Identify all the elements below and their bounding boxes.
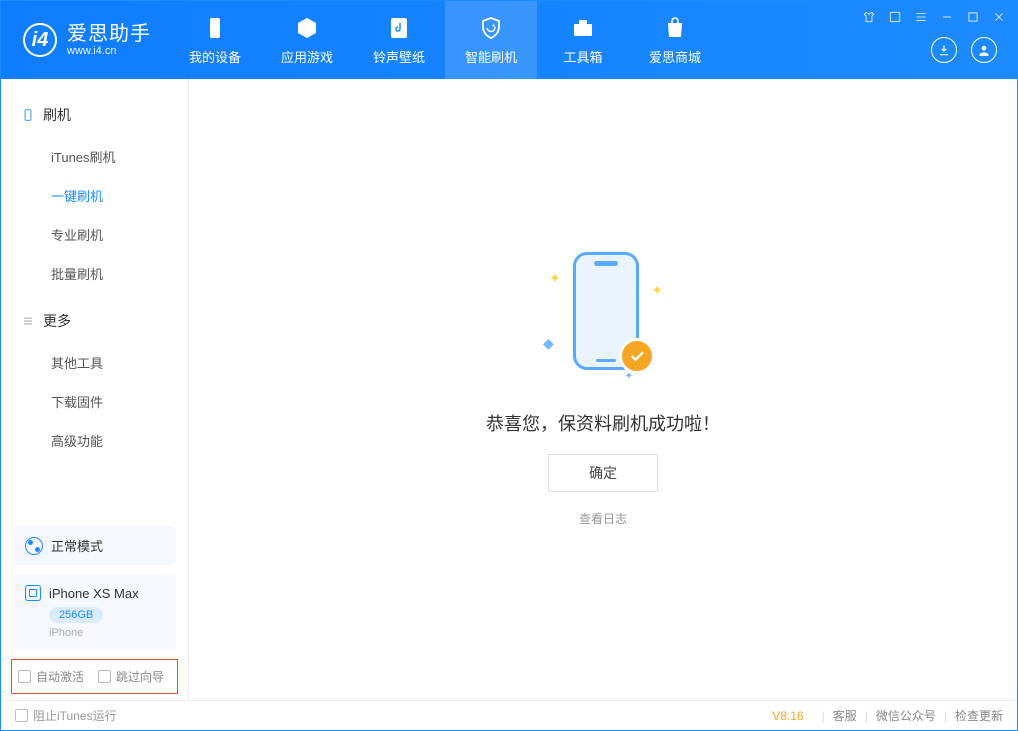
sidebar-group1-items: iTunes刷机 一键刷机 专业刷机 批量刷机: [1, 133, 188, 303]
logo-icon: i4: [23, 23, 57, 57]
app-body: 刷机 iTunes刷机 一键刷机 专业刷机 批量刷机 更多 其他工具 下载固件 …: [1, 79, 1017, 700]
logo-text: 爱思助手 www.i4.cn: [67, 23, 151, 57]
footer: 阻止iTunes运行 V8.16 | 客服 | 微信公众号 | 检查更新: [1, 700, 1017, 730]
group-title: 更多: [43, 311, 71, 331]
sidebar-item-batch-flash[interactable]: 批量刷机: [1, 254, 188, 293]
separator: |: [865, 709, 868, 723]
ok-button[interactable]: 确定: [548, 454, 658, 492]
nav-label: 智能刷机: [465, 47, 517, 66]
window-controls: [861, 9, 1007, 25]
app-title: 爱思助手: [67, 23, 151, 45]
sidebar-group-flash: 刷机: [1, 97, 188, 133]
device-type: iPhone: [49, 627, 164, 639]
sidebar-bottom: 正常模式 iPhone XS Max 256GB iPhone 自动激活 跳过向…: [1, 526, 188, 700]
sidebar-item-download-firmware[interactable]: 下载固件: [1, 382, 188, 421]
checkbox-label: 自动激活: [36, 668, 84, 685]
nav-toolbox[interactable]: 工具箱: [537, 1, 629, 79]
logo-area: i4 爱思助手 www.i4.cn: [1, 23, 169, 57]
download-icon[interactable]: [931, 37, 957, 63]
minimize-icon[interactable]: [939, 9, 955, 25]
nav-label: 铃声壁纸: [373, 47, 425, 66]
separator: |: [822, 709, 825, 723]
success-message: 恭喜您，保资料刷机成功啦！: [486, 410, 720, 436]
sparkle-icon: ✦: [651, 282, 663, 299]
footer-link-support[interactable]: 客服: [833, 707, 857, 724]
sidebar-group2-items: 其他工具 下载固件 高级功能: [1, 339, 188, 470]
nav-store[interactable]: 爱思商城: [629, 1, 721, 79]
sidebar: 刷机 iTunes刷机 一键刷机 专业刷机 批量刷机 更多 其他工具 下载固件 …: [1, 79, 189, 700]
shield-refresh-icon: [478, 15, 504, 41]
device-header: iPhone XS Max: [25, 585, 164, 601]
nav-label: 工具箱: [563, 47, 602, 66]
mode-label: 正常模式: [51, 536, 103, 555]
separator: |: [944, 709, 947, 723]
sparkle-icon: ◆: [543, 335, 554, 352]
main-content: ✦ ◆ ✦ ✦ 恭喜您，保资料刷机成功啦！ 确定 查看日志: [189, 79, 1017, 700]
device-storage: 256GB: [49, 607, 103, 623]
sidebar-item-oneclick-flash[interactable]: 一键刷机: [1, 176, 188, 215]
nav-smart-flash[interactable]: 智能刷机: [445, 1, 537, 79]
checkbox-icon: [15, 709, 28, 722]
highlighted-checkbox-row: 自动激活 跳过向导: [11, 659, 178, 694]
checkbox-icon: [98, 670, 111, 683]
checkbox-block-itunes[interactable]: 阻止iTunes运行: [15, 707, 117, 724]
app-subtitle: www.i4.cn: [67, 45, 151, 57]
sidebar-item-advanced[interactable]: 高级功能: [1, 421, 188, 460]
footer-link-update[interactable]: 检查更新: [955, 707, 1003, 724]
app-header: i4 爱思助手 www.i4.cn 我的设备 应用游戏 铃声壁纸 智能刷机 工具…: [1, 1, 1017, 79]
mode-box[interactable]: 正常模式: [13, 526, 176, 565]
shopping-bag-icon: [662, 15, 688, 41]
mode-icon: [25, 537, 43, 555]
view-log-link[interactable]: 查看日志: [579, 510, 627, 527]
device-box[interactable]: iPhone XS Max 256GB iPhone: [13, 575, 176, 649]
user-icon[interactable]: [971, 37, 997, 63]
list-icon: [21, 314, 35, 328]
close-icon[interactable]: [991, 9, 1007, 25]
nav-label: 爱思商城: [649, 47, 701, 66]
music-note-icon: [386, 15, 412, 41]
nav-my-device[interactable]: 我的设备: [169, 1, 261, 79]
check-badge-icon: [619, 338, 655, 374]
phone-icon: [21, 108, 35, 122]
shirt-icon[interactable]: [861, 9, 877, 25]
nav-ringtone-wallpaper[interactable]: 铃声壁纸: [353, 1, 445, 79]
checkbox-icon: [18, 670, 31, 683]
sidebar-item-itunes-flash[interactable]: iTunes刷机: [1, 137, 188, 176]
sidebar-item-pro-flash[interactable]: 专业刷机: [1, 215, 188, 254]
nav-label: 应用游戏: [281, 47, 333, 66]
main-nav: 我的设备 应用游戏 铃声壁纸 智能刷机 工具箱 爱思商城: [169, 1, 721, 79]
footer-link-wechat[interactable]: 微信公众号: [876, 707, 936, 724]
feedback-icon[interactable]: [887, 9, 903, 25]
success-illustration: ✦ ◆ ✦ ✦: [543, 252, 663, 392]
maximize-icon[interactable]: [965, 9, 981, 25]
version-label: V8.16: [772, 709, 803, 723]
checkbox-skip-wizard[interactable]: 跳过向导: [98, 668, 164, 685]
sidebar-group-more: 更多: [1, 303, 188, 339]
cube-icon: [294, 15, 320, 41]
nav-label: 我的设备: [189, 47, 241, 66]
device-icon: [202, 15, 228, 41]
sparkle-icon: ✦: [549, 270, 561, 287]
toolbox-icon: [570, 15, 596, 41]
sidebar-item-other-tools[interactable]: 其他工具: [1, 343, 188, 382]
checkbox-label: 阻止iTunes运行: [33, 707, 117, 724]
menu-icon[interactable]: [913, 9, 929, 25]
group-title: 刷机: [43, 105, 71, 125]
checkbox-auto-activate[interactable]: 自动激活: [18, 668, 84, 685]
footer-right: V8.16 | 客服 | 微信公众号 | 检查更新: [772, 707, 1003, 724]
header-actions: [931, 37, 997, 63]
checkbox-label: 跳过向导: [116, 668, 164, 685]
device-small-icon: [25, 585, 41, 601]
device-name: iPhone XS Max: [49, 586, 139, 601]
nav-apps-games[interactable]: 应用游戏: [261, 1, 353, 79]
